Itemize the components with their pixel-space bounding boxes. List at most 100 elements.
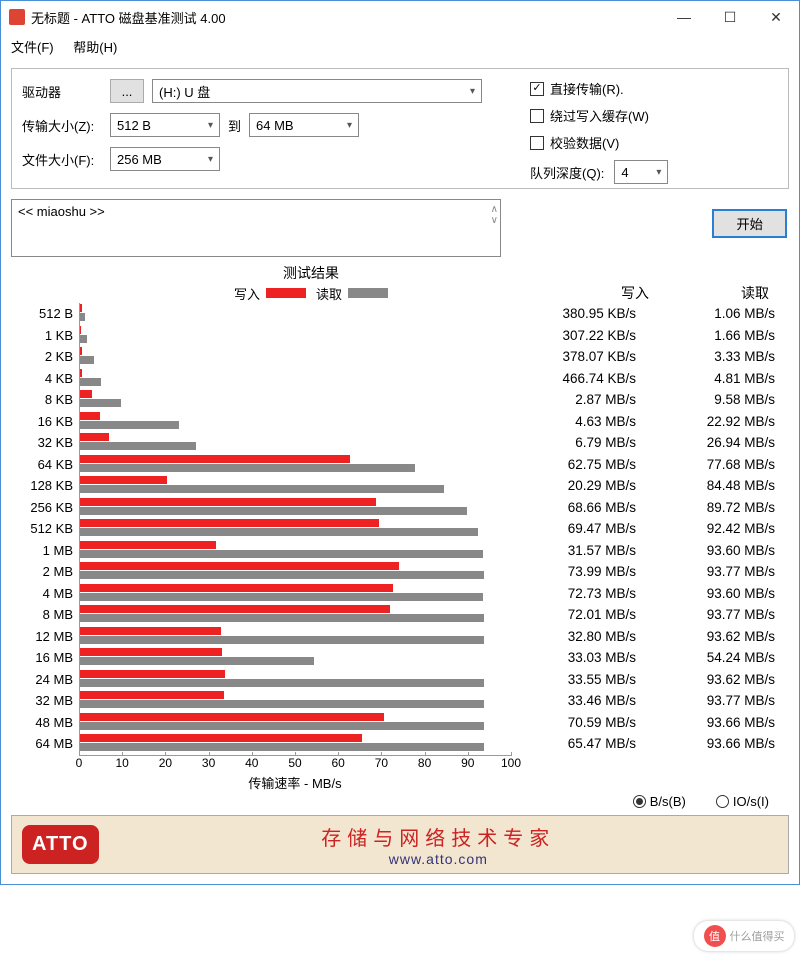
table-row: 70.59 MB/s 93.66 MB/s [511,712,789,734]
table-row: 4.63 MB/s 22.92 MB/s [511,411,789,433]
direct-io-checkbox[interactable]: ✓ [530,82,544,96]
write-value: 307.22 KB/s [511,328,650,343]
row-label: 512 B [11,306,79,321]
file-size-select[interactable]: 256 MB ▾ [110,147,220,171]
row-label: 2 MB [11,564,79,579]
col-header-read: 读取 [689,283,769,303]
chart-row: 16 KB [11,411,511,433]
row-label: 16 KB [11,414,79,429]
row-label: 16 MB [11,650,79,665]
start-button[interactable]: 开始 [712,209,787,238]
write-value: 73.99 MB/s [511,564,650,579]
footer-url[interactable]: www.atto.com [99,851,778,867]
table-row: 33.46 MB/s 93.77 MB/s [511,690,789,712]
read-swatch-icon [348,288,388,298]
chart-row: 16 MB [11,647,511,669]
maximize-button[interactable]: ☐ [707,1,753,33]
radio-bytes-per-sec[interactable]: B/s(B) [633,794,686,809]
read-value: 92.42 MB/s [650,521,789,536]
table-row: 72.73 MB/s 93.60 MB/s [511,583,789,605]
table-row: 32.80 MB/s 93.62 MB/s [511,626,789,648]
queue-depth-select[interactable]: 4 ▾ [614,160,668,184]
chart-row: 48 MB [11,712,511,734]
window-title: 无标题 - ATTO 磁盘基准测试 4.00 [31,8,661,27]
verify-data-label: 校验数据(V) [550,133,619,152]
menu-file[interactable]: 文件(F) [11,40,54,55]
table-row: 6.79 MB/s 26.94 MB/s [511,432,789,454]
chevron-down-icon: ▾ [656,167,661,178]
read-value: 22.92 MB/s [650,414,789,429]
read-value: 3.33 MB/s [650,349,789,364]
row-label: 48 MB [11,715,79,730]
watermark-text: 什么值得买 [730,928,785,944]
chart-row: 32 MB [11,690,511,712]
transfer-size-to-select[interactable]: 64 MB ▾ [249,113,359,137]
verify-data-checkbox[interactable] [530,136,544,150]
write-value: 466.74 KB/s [511,371,650,386]
chart-row: 2 KB [11,346,511,368]
row-label: 24 MB [11,672,79,687]
table-row: 69.47 MB/s 92.42 MB/s [511,518,789,540]
drive-value: (H:) U 盘 [159,82,210,101]
close-button[interactable]: ✕ [753,1,799,33]
row-label: 128 KB [11,478,79,493]
menu-help[interactable]: 帮助(H) [73,40,117,55]
chart-row: 128 KB [11,475,511,497]
description-textarea[interactable]: << miaoshu >> ∧∨ [11,199,501,257]
row-label: 12 MB [11,629,79,644]
read-value: 93.66 MB/s [650,736,789,751]
table-row: 73.99 MB/s 93.77 MB/s [511,561,789,583]
results-panel: 测试结果 写入 读取 写入 读取 512 [11,263,789,813]
chart-row: 256 KB [11,497,511,519]
legend-read-label: 读取 [316,284,342,303]
menubar: 文件(F) 帮助(H) [1,33,799,62]
textarea-scroll[interactable]: ∧∨ [491,204,498,226]
bypass-cache-checkbox[interactable] [530,109,544,123]
read-value: 93.77 MB/s [650,564,789,579]
write-value: 62.75 MB/s [511,457,650,472]
read-value: 93.60 MB/s [650,543,789,558]
write-value: 20.29 MB/s [511,478,650,493]
table-row: 2.87 MB/s 9.58 MB/s [511,389,789,411]
write-value: 65.47 MB/s [511,736,650,751]
drive-select[interactable]: (H:) U 盘 ▾ [152,79,482,103]
transfer-size-from-select[interactable]: 512 B ▾ [110,113,220,137]
chart-row: 4 MB [11,583,511,605]
transfer-size-label: 传输大小(Z): [22,116,110,135]
chart-row: 1 KB [11,325,511,347]
browse-drive-button[interactable]: ... [110,79,144,103]
table-row: 307.22 KB/s 1.66 MB/s [511,325,789,347]
radio-ios-label: IO/s(I) [733,794,769,809]
queue-depth-value: 4 [621,165,628,180]
chart-row: 4 KB [11,368,511,390]
row-label: 1 MB [11,543,79,558]
bypass-cache-label: 绕过写入缓存(W) [550,106,649,125]
row-label: 64 KB [11,457,79,472]
row-label: 8 MB [11,607,79,622]
table-row: 62.75 MB/s 77.68 MB/s [511,454,789,476]
minimize-button[interactable]: — [661,1,707,33]
read-value: 89.72 MB/s [650,500,789,515]
chevron-down-icon: ▾ [470,86,475,97]
row-label: 4 KB [11,371,79,386]
transfer-size-to-value: 64 MB [256,118,294,133]
read-value: 93.66 MB/s [650,715,789,730]
app-icon [9,9,25,25]
write-value: 33.03 MB/s [511,650,650,665]
write-value: 33.55 MB/s [511,672,650,687]
legend-read: 读取 [316,284,388,303]
transfer-size-from-value: 512 B [117,118,151,133]
radio-io-per-sec[interactable]: IO/s(I) [716,794,769,809]
read-value: 93.62 MB/s [650,629,789,644]
row-label: 256 KB [11,500,79,515]
write-value: 2.87 MB/s [511,392,650,407]
chart-row: 2 MB [11,561,511,583]
to-label: 到 [228,116,241,135]
table-row: 31.57 MB/s 93.60 MB/s [511,540,789,562]
footer-banner: ATTO 存储与网络技术专家 www.atto.com [11,815,789,874]
write-value: 6.79 MB/s [511,435,650,450]
row-label: 2 KB [11,349,79,364]
read-value: 77.68 MB/s [650,457,789,472]
write-swatch-icon [266,288,306,298]
drive-label: 驱动器 [22,82,110,101]
